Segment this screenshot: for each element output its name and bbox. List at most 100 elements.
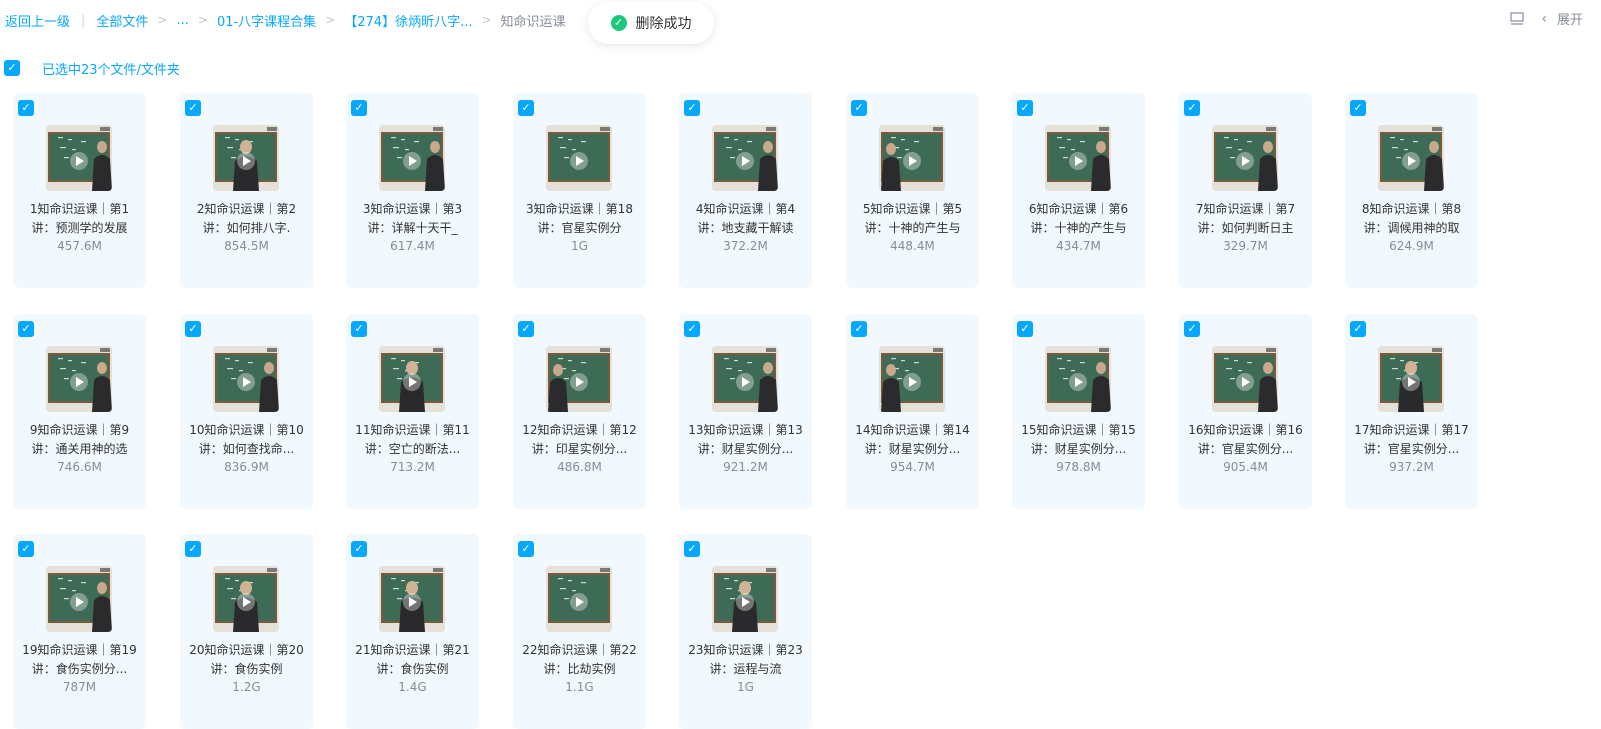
video-thumbnail[interactable] (213, 346, 279, 412)
file-checkbox[interactable]: ✓ (18, 100, 34, 116)
file-name: 23知命识运课｜第23讲：运程与流 (688, 643, 803, 676)
video-thumbnail[interactable] (1045, 346, 1111, 412)
file-name: 20知命识运课｜第20讲：食伤实例 (189, 643, 304, 676)
file-size: 905.4M (1223, 460, 1268, 474)
file-checkbox[interactable]: ✓ (518, 100, 534, 116)
file-checkbox[interactable]: ✓ (18, 541, 34, 557)
video-thumbnail[interactable] (546, 346, 612, 412)
file-card[interactable]: ✓ 17知命识运课｜第17讲：官星实例分... 937.2M (1345, 314, 1478, 509)
video-thumbnail[interactable] (879, 125, 945, 191)
file-name: 13知命识运课｜第13讲：财星实例分... (688, 423, 803, 456)
file-card[interactable]: ✓ 22知命识运课｜第22讲：比劫实例 1.1G (513, 534, 646, 729)
file-card[interactable]: ✓ 8知命识运课｜第8讲：调候用神的取 624.9M (1345, 93, 1478, 288)
file-size: 978.8M (1056, 460, 1101, 474)
file-size: 1.4G (398, 680, 427, 694)
file-checkbox[interactable]: ✓ (518, 541, 534, 557)
file-checkbox[interactable]: ✓ (351, 321, 367, 337)
file-name: 1知命识运课｜第1讲：预测学的发展 (29, 202, 130, 235)
video-thumbnail[interactable] (213, 125, 279, 191)
file-size: 921.2M (723, 460, 768, 474)
file-checkbox[interactable]: ✓ (684, 541, 700, 557)
file-checkbox[interactable]: ✓ (351, 541, 367, 557)
file-size: 713.2M (390, 460, 435, 474)
file-name: 10知命识运课｜第10讲：如何查找命... (189, 423, 304, 456)
file-card[interactable]: ✓ 23知命识运课｜第23讲：运程与流 1G (679, 534, 812, 729)
video-thumbnail[interactable] (46, 125, 112, 191)
file-size: 448.4M (890, 239, 935, 253)
video-thumbnail[interactable] (1045, 125, 1111, 191)
file-size: 787M (62, 680, 97, 694)
video-thumbnail[interactable] (1378, 346, 1444, 412)
file-checkbox[interactable]: ✓ (851, 321, 867, 337)
file-card[interactable]: ✓ 21知命识运课｜第21讲：食伤实例 1.4G (346, 534, 479, 729)
file-checkbox[interactable]: ✓ (684, 321, 700, 337)
file-checkbox[interactable]: ✓ (1017, 321, 1033, 337)
file-size: 372.2M (723, 239, 768, 253)
file-checkbox[interactable]: ✓ (18, 321, 34, 337)
file-card[interactable]: ✓ 2知命识运课｜第2讲：如何排八字. 854.5M (180, 93, 313, 288)
file-name: 9知命识运课｜第9讲：通关用神的选 (29, 423, 130, 456)
file-card[interactable]: ✓ 4知命识运课｜第4讲：地支藏干解读 372.2M (679, 93, 812, 288)
file-checkbox[interactable]: ✓ (1184, 321, 1200, 337)
file-card[interactable]: ✓ 15知命识运课｜第15讲：财星实例分... 978.8M (1012, 314, 1145, 509)
file-card[interactable]: ✓ 9知命识运课｜第9讲：通关用神的选 746.6M (13, 314, 146, 509)
file-size: 1G (737, 680, 754, 694)
file-checkbox[interactable]: ✓ (1350, 100, 1366, 116)
file-card[interactable]: ✓ 7知命识运课｜第7讲：如何判断日主 329.7M (1179, 93, 1312, 288)
file-size: 624.9M (1389, 239, 1434, 253)
file-size: 1.1G (565, 680, 594, 694)
video-thumbnail[interactable] (879, 346, 945, 412)
file-checkbox[interactable]: ✓ (518, 321, 534, 337)
video-thumbnail[interactable] (1212, 346, 1278, 412)
file-name: 19知命识运课｜第19讲：食伤实例分... (22, 643, 137, 676)
file-card[interactable]: ✓ 20知命识运课｜第20讲：食伤实例 1.2G (180, 534, 313, 729)
file-card[interactable]: ✓ 3知命识运课｜第18讲：官星实例分 1G (513, 93, 646, 288)
file-checkbox[interactable]: ✓ (351, 100, 367, 116)
file-size: 937.2M (1389, 460, 1434, 474)
video-thumbnail[interactable] (546, 125, 612, 191)
file-name: 7知命识运课｜第7讲：如何判断日主 (1195, 202, 1296, 235)
file-name: 17知命识运课｜第17讲：官星实例分... (1354, 423, 1469, 456)
file-card[interactable]: ✓ 16知命识运课｜第16讲：官星实例分... 905.4M (1179, 314, 1312, 509)
file-size: 486.8M (557, 460, 602, 474)
video-thumbnail[interactable] (1378, 125, 1444, 191)
file-card[interactable]: ✓ 10知命识运课｜第10讲：如何查找命... 836.9M (180, 314, 313, 509)
file-card[interactable]: ✓ 5知命识运课｜第5讲：十神的产生与 448.4M (846, 93, 979, 288)
file-checkbox[interactable]: ✓ (1350, 321, 1366, 337)
file-size: 434.7M (1056, 239, 1101, 253)
file-card[interactable]: ✓ 13知命识运课｜第13讲：财星实例分... 921.2M (679, 314, 812, 509)
video-thumbnail[interactable] (46, 566, 112, 632)
file-size: 1.2G (232, 680, 261, 694)
file-name: 14知命识运课｜第14讲：财星实例分... (855, 423, 970, 456)
video-thumbnail[interactable] (712, 125, 778, 191)
file-checkbox[interactable]: ✓ (185, 321, 201, 337)
file-size: 854.5M (224, 239, 269, 253)
file-card[interactable]: ✓ 6知命识运课｜第6讲：十神的产生与 434.7M (1012, 93, 1145, 288)
file-grid: ✓ 1知命识运课｜第1讲：预测学的发展 457.6M ✓ 2知命识运课｜第2讲：如何排八… (0, 0, 1601, 729)
file-checkbox[interactable]: ✓ (1017, 100, 1033, 116)
file-size: 954.7M (890, 460, 935, 474)
file-name: 11知命识运课｜第11讲：空亡的断法... (355, 423, 470, 456)
file-card[interactable]: ✓ 19知命识运课｜第19讲：食伤实例分... 787M (13, 534, 146, 729)
video-thumbnail[interactable] (712, 346, 778, 412)
video-thumbnail[interactable] (1212, 125, 1278, 191)
video-thumbnail[interactable] (379, 566, 445, 632)
video-thumbnail[interactable] (379, 346, 445, 412)
file-card[interactable]: ✓ 12知命识运课｜第12讲：印星实例分... 486.8M (513, 314, 646, 509)
file-card[interactable]: ✓ 1知命识运课｜第1讲：预测学的发展 457.6M (13, 93, 146, 288)
file-size: 1G (571, 239, 588, 253)
file-checkbox[interactable]: ✓ (684, 100, 700, 116)
file-card[interactable]: ✓ 11知命识运课｜第11讲：空亡的断法... 713.2M (346, 314, 479, 509)
file-checkbox[interactable]: ✓ (1184, 100, 1200, 116)
file-card[interactable]: ✓ 3知命识运课｜第3讲：详解十天干_ 617.4M (346, 93, 479, 288)
video-thumbnail[interactable] (379, 125, 445, 191)
video-thumbnail[interactable] (712, 566, 778, 632)
video-thumbnail[interactable] (546, 566, 612, 632)
video-thumbnail[interactable] (213, 566, 279, 632)
file-name: 12知命识运课｜第12讲：印星实例分... (522, 423, 637, 456)
file-checkbox[interactable]: ✓ (851, 100, 867, 116)
file-card[interactable]: ✓ 14知命识运课｜第14讲：财星实例分... 954.7M (846, 314, 979, 509)
file-checkbox[interactable]: ✓ (185, 541, 201, 557)
file-checkbox[interactable]: ✓ (185, 100, 201, 116)
video-thumbnail[interactable] (46, 346, 112, 412)
